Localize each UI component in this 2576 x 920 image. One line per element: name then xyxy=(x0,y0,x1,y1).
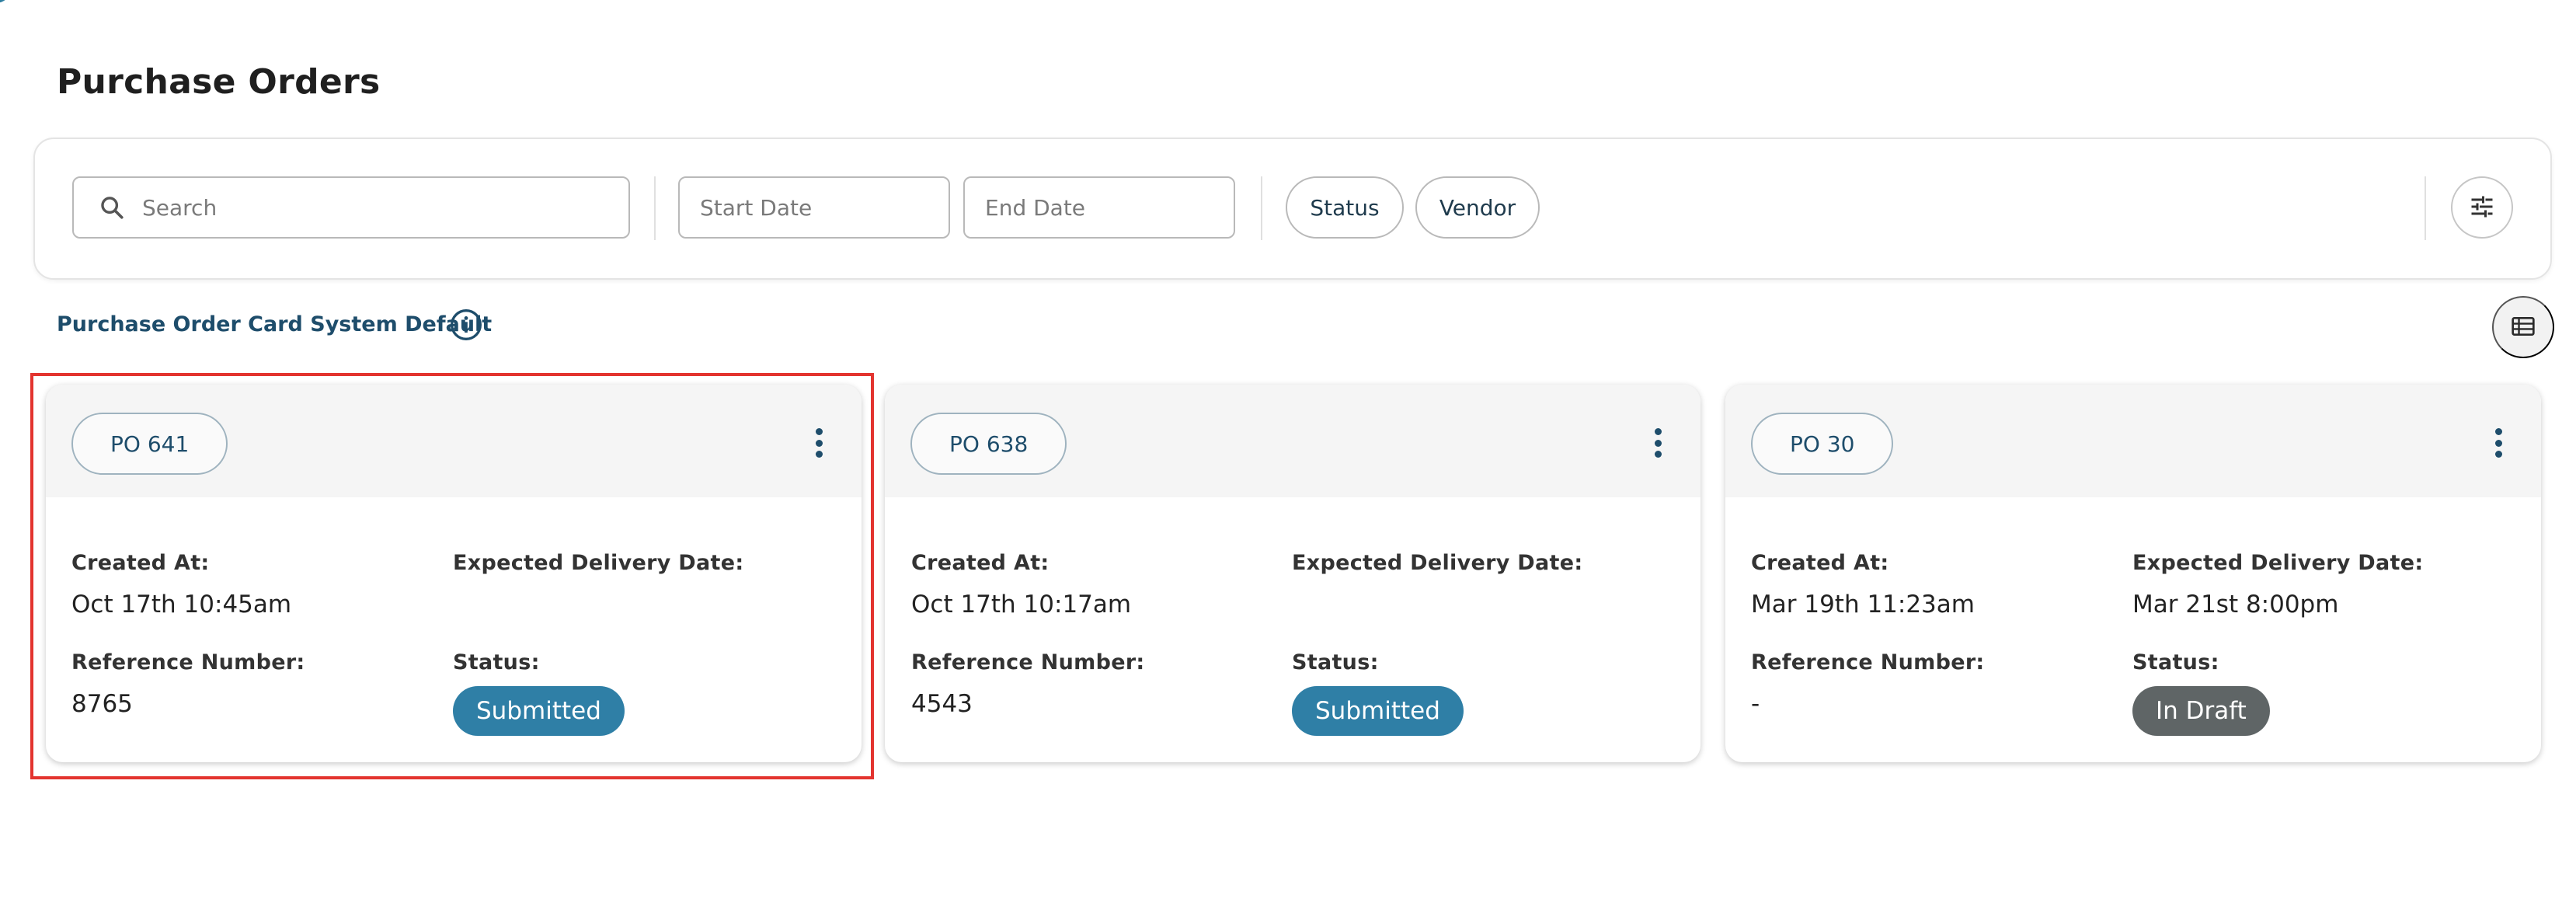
end-date-input[interactable] xyxy=(985,194,1218,221)
created-at-label: Created At: xyxy=(1751,551,1889,575)
end-date-field[interactable] xyxy=(963,176,1235,239)
status-badge: In Draft xyxy=(2132,686,2270,736)
card-header: PO 30 xyxy=(1725,385,2541,497)
divider xyxy=(2425,176,2426,240)
vendor-filter-button[interactable]: Vendor xyxy=(1415,176,1540,239)
more-options-icon[interactable] xyxy=(2487,423,2510,462)
created-at-label: Created At: xyxy=(71,551,210,575)
start-date-field[interactable] xyxy=(678,176,950,239)
created-at-label: Created At: xyxy=(911,551,1050,575)
po-number-chip[interactable]: PO 638 xyxy=(910,413,1067,475)
status-badge: Submitted xyxy=(1292,686,1464,736)
created-at-value: Oct 17th 10:17am xyxy=(911,591,1132,619)
expected-delivery-label: Expected Delivery Date: xyxy=(2132,551,2424,575)
purchase-order-card[interactable]: PO 638 Created At: Oct 17th 10:17am Expe… xyxy=(885,385,1701,762)
status-label: Status: xyxy=(2132,650,2219,674)
more-options-icon[interactable] xyxy=(1646,423,1669,462)
status-label: Status: xyxy=(1292,650,1379,674)
reference-number-value: 4543 xyxy=(911,690,973,718)
divider xyxy=(1261,176,1262,240)
reference-number-value: 8765 xyxy=(71,690,133,718)
po-number-chip[interactable]: PO 30 xyxy=(1751,413,1894,475)
expected-delivery-label: Expected Delivery Date: xyxy=(453,551,744,575)
reference-number-label: Reference Number: xyxy=(1751,650,1985,674)
info-icon[interactable] xyxy=(449,308,483,342)
list-view-toggle-button[interactable] xyxy=(2492,296,2554,358)
avatar[interactable] xyxy=(0,0,12,3)
search-icon xyxy=(96,191,128,224)
expected-delivery-value: Mar 21st 8:00pm xyxy=(2132,591,2339,619)
sliders-icon xyxy=(2468,193,2496,223)
created-at-value: Oct 17th 10:45am xyxy=(71,591,292,619)
status-badge: Submitted xyxy=(453,686,625,736)
reference-number-value: - xyxy=(1751,690,1760,718)
start-date-input[interactable] xyxy=(700,194,933,221)
status-filter-button[interactable]: Status xyxy=(1286,176,1404,239)
purchase-order-card[interactable]: PO 641 Created At: Oct 17th 10:45am Expe… xyxy=(46,385,862,762)
view-name-label: Purchase Order Card System Default xyxy=(57,312,493,336)
reference-number-label: Reference Number: xyxy=(71,650,305,674)
divider xyxy=(654,176,656,240)
adjust-filters-button[interactable] xyxy=(2451,176,2513,239)
created-at-value: Mar 19th 11:23am xyxy=(1751,591,1975,619)
filter-bar: Status Vendor xyxy=(33,138,2552,280)
search-input[interactable] xyxy=(142,194,608,221)
more-options-icon[interactable] xyxy=(807,423,830,462)
purchase-order-card[interactable]: PO 30 Created At: Mar 19th 11:23am Expec… xyxy=(1725,385,2541,762)
list-view-icon xyxy=(2511,314,2536,341)
po-number-chip[interactable]: PO 641 xyxy=(71,413,228,475)
expected-delivery-label: Expected Delivery Date: xyxy=(1292,551,1583,575)
status-label: Status: xyxy=(453,650,540,674)
page-title: Purchase Orders xyxy=(57,62,381,102)
card-header: PO 641 xyxy=(46,385,862,497)
card-header: PO 638 xyxy=(885,385,1701,497)
search-field[interactable] xyxy=(72,176,630,239)
reference-number-label: Reference Number: xyxy=(911,650,1145,674)
